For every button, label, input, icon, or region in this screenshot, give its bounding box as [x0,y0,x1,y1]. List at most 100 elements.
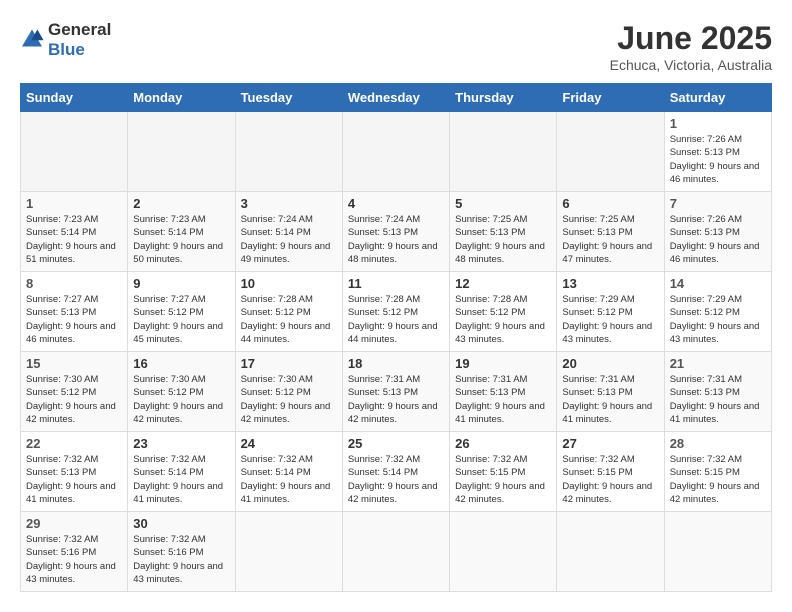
calendar-cell: 29 Sunrise: 7:32 AMSunset: 5:16 PMDayligh… [21,512,128,592]
calendar-cell: 10 Sunrise: 7:28 AMSunset: 5:12 PMDayligh… [235,272,342,352]
calendar-cell [450,112,557,192]
logo-general: General Blue [48,20,111,60]
day-info: Sunrise: 7:30 AMSunset: 5:12 PMDaylight:… [241,373,337,426]
day-number: 5 [455,196,551,211]
day-header-monday: Monday [128,84,235,112]
day-info: Sunrise: 7:26 AMSunset: 5:13 PMDaylight:… [670,213,766,266]
day-number: 25 [348,436,444,451]
day-info: Sunrise: 7:27 AMSunset: 5:13 PMDaylight:… [26,293,122,346]
calendar-cell: 28 Sunrise: 7:32 AMSunset: 5:15 PMDayligh… [664,432,771,512]
day-number: 19 [455,356,551,371]
calendar-cell: 18Sunrise: 7:31 AMSunset: 5:13 PMDayligh… [342,352,449,432]
calendar-cell: 24 Sunrise: 7:32 AMSunset: 5:14 PMDayligh… [235,432,342,512]
day-number: 4 [348,196,444,211]
location-title: Echuca, Victoria, Australia [610,57,772,73]
day-info: Sunrise: 7:30 AMSunset: 5:12 PMDaylight:… [26,373,122,426]
calendar-cell: 13Sunrise: 7:29 AMSunset: 5:12 PMDayligh… [557,272,664,352]
day-number: 11 [348,276,444,291]
day-info: Sunrise: 7:32 AMSunset: 5:15 PMDaylight:… [670,453,766,506]
day-info: Sunrise: 7:32 AMSunset: 5:15 PMDaylight:… [455,453,551,506]
day-number: 7 [670,196,766,211]
day-info: Sunrise: 7:23 AMSunset: 5:14 PMDaylight:… [133,213,229,266]
day-number: 18 [348,356,444,371]
calendar-cell: 21Sunrise: 7:31 AMSunset: 5:13 PMDayligh… [664,352,771,432]
calendar-cell [21,112,128,192]
calendar-cell [450,512,557,592]
calendar-cell: 2 Sunrise: 7:23 AMSunset: 5:14 PMDaylight… [128,192,235,272]
calendar-cell: 9Sunrise: 7:27 AMSunset: 5:12 PMDaylight… [128,272,235,352]
day-number: 2 [133,196,229,211]
calendar-cell: 1 Sunrise: 7:23 AMSunset: 5:14 PMDaylight… [21,192,128,272]
day-number: 12 [455,276,551,291]
calendar-cell: 25 Sunrise: 7:32 AMSunset: 5:14 PMDayligh… [342,432,449,512]
header: General Blue June 2025 Echuca, Victoria,… [20,20,772,73]
day-number: 23 [133,436,229,451]
day-info: Sunrise: 7:23 AMSunset: 5:14 PMDaylight:… [26,213,122,266]
calendar-cell [128,112,235,192]
day-info: Sunrise: 7:26 AMSunset: 5:13 PMDaylight:… [670,133,766,186]
days-header-row: SundayMondayTuesdayWednesdayThursdayFrid… [21,84,772,112]
title-area: June 2025 Echuca, Victoria, Australia [610,20,772,73]
calendar-cell: 19 Sunrise: 7:31 AMSunset: 5:13 PMDayligh… [450,352,557,432]
day-number: 1 [26,196,122,211]
calendar-table: SundayMondayTuesdayWednesdayThursdayFrid… [20,83,772,592]
calendar-cell: 7 Sunrise: 7:26 AMSunset: 5:13 PMDaylight… [664,192,771,272]
calendar-cell: 27 Sunrise: 7:32 AMSunset: 5:15 PMDayligh… [557,432,664,512]
day-info: Sunrise: 7:24 AMSunset: 5:14 PMDaylight:… [241,213,337,266]
day-header-thursday: Thursday [450,84,557,112]
day-info: Sunrise: 7:28 AMSunset: 5:12 PMDaylight:… [455,293,551,346]
day-number: 27 [562,436,658,451]
day-number: 3 [241,196,337,211]
calendar-cell: 3 Sunrise: 7:24 AMSunset: 5:14 PMDaylight… [235,192,342,272]
day-header-saturday: Saturday [664,84,771,112]
week-row-5: 22 Sunrise: 7:32 AMSunset: 5:13 PMDayligh… [21,432,772,512]
day-number: 16 [133,356,229,371]
day-number: 29 [26,516,122,531]
day-header-sunday: Sunday [21,84,128,112]
calendar-cell: 12 Sunrise: 7:28 AMSunset: 5:12 PMDayligh… [450,272,557,352]
day-info: Sunrise: 7:31 AMSunset: 5:13 PMDaylight:… [562,373,658,426]
calendar-cell: 1 Sunrise: 7:26 AMSunset: 5:13 PMDaylight… [664,112,771,192]
day-info: Sunrise: 7:24 AMSunset: 5:13 PMDaylight:… [348,213,444,266]
day-info: Sunrise: 7:32 AMSunset: 5:15 PMDaylight:… [562,453,658,506]
week-row-4: 15 Sunrise: 7:30 AMSunset: 5:12 PMDayligh… [21,352,772,432]
day-number: 30 [133,516,229,531]
calendar-cell [342,112,449,192]
day-header-tuesday: Tuesday [235,84,342,112]
day-number: 28 [670,436,766,451]
day-info: Sunrise: 7:30 AMSunset: 5:12 PMDaylight:… [133,373,229,426]
calendar-cell [235,512,342,592]
day-info: Sunrise: 7:31 AMSunset: 5:13 PMDaylight:… [670,373,766,426]
day-number: 22 [26,436,122,451]
calendar-cell: 26Sunrise: 7:32 AMSunset: 5:15 PMDayligh… [450,432,557,512]
day-number: 14 [670,276,766,291]
day-info: Sunrise: 7:28 AMSunset: 5:12 PMDaylight:… [241,293,337,346]
calendar-cell: 15 Sunrise: 7:30 AMSunset: 5:12 PMDayligh… [21,352,128,432]
day-info: Sunrise: 7:27 AMSunset: 5:12 PMDaylight:… [133,293,229,346]
calendar-cell: 4 Sunrise: 7:24 AMSunset: 5:13 PMDaylight… [342,192,449,272]
day-number: 10 [241,276,337,291]
calendar-cell [557,512,664,592]
calendar-cell [664,512,771,592]
calendar-cell: 23Sunrise: 7:32 AMSunset: 5:14 PMDayligh… [128,432,235,512]
day-number: 1 [670,116,766,131]
month-title: June 2025 [610,20,772,57]
day-info: Sunrise: 7:32 AMSunset: 5:14 PMDaylight:… [348,453,444,506]
day-info: Sunrise: 7:28 AMSunset: 5:12 PMDaylight:… [348,293,444,346]
logo: General Blue [20,20,111,60]
day-number: 15 [26,356,122,371]
day-number: 24 [241,436,337,451]
day-number: 8 [26,276,122,291]
day-info: Sunrise: 7:32 AMSunset: 5:14 PMDaylight:… [241,453,337,506]
day-info: Sunrise: 7:29 AMSunset: 5:12 PMDaylight:… [670,293,766,346]
logo-icon [20,28,44,53]
day-header-friday: Friday [557,84,664,112]
calendar-cell: 11 Sunrise: 7:28 AMSunset: 5:12 PMDayligh… [342,272,449,352]
day-info: Sunrise: 7:32 AMSunset: 5:16 PMDaylight:… [26,533,122,586]
day-info: Sunrise: 7:25 AMSunset: 5:13 PMDaylight:… [562,213,658,266]
calendar-cell [557,112,664,192]
day-info: Sunrise: 7:32 AMSunset: 5:13 PMDaylight:… [26,453,122,506]
calendar-cell: 8 Sunrise: 7:27 AMSunset: 5:13 PMDaylight… [21,272,128,352]
week-row-3: 8 Sunrise: 7:27 AMSunset: 5:13 PMDaylight… [21,272,772,352]
day-info: Sunrise: 7:31 AMSunset: 5:13 PMDaylight:… [455,373,551,426]
